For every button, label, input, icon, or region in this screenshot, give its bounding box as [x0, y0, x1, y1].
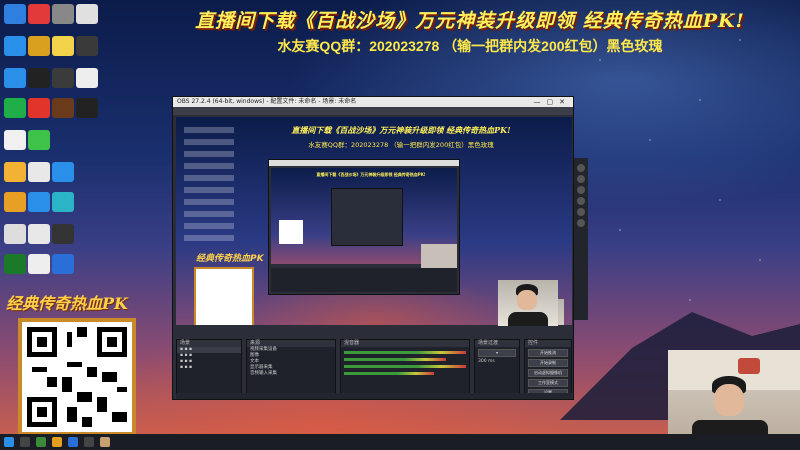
obs-menu-bar[interactable]: [173, 107, 573, 115]
source-item[interactable]: 音频输入采集: [247, 371, 335, 377]
transition-select[interactable]: ▾: [478, 349, 516, 357]
side-circle-icon[interactable]: [577, 219, 585, 227]
desktop-icon[interactable]: [28, 36, 50, 56]
desktop-icon[interactable]: [76, 68, 98, 88]
nested-inner-window: [331, 188, 403, 246]
obs-title-bar[interactable]: OBS 27.2.4 (64-bit, windows) - 配置文件: 未命名…: [173, 97, 573, 107]
side-circle-icon[interactable]: [577, 208, 585, 216]
desktop-icon[interactable]: [76, 36, 98, 56]
desktop-icon[interactable]: [4, 68, 26, 88]
qr-code-image: [18, 318, 136, 436]
desktop-icon[interactable]: [4, 192, 26, 212]
desktop-icon[interactable]: [52, 254, 74, 274]
side-circle-icon[interactable]: [577, 197, 585, 205]
desktop-icon[interactable]: [28, 68, 50, 88]
nested-qr-code: [279, 220, 303, 244]
desktop-icon[interactable]: [52, 192, 74, 212]
desktop-icon[interactable]: [52, 224, 74, 244]
window-controls[interactable]: —▢✕: [534, 97, 571, 107]
obs-status-bar: [176, 393, 572, 399]
stream-banner-headline: 直播间下载《百战沙场》万元神装升级即领 经典传奇热血PK!: [195, 10, 745, 32]
promo-card: 经典传奇热血PK: [2, 290, 142, 440]
start-recording-button[interactable]: 开始录制: [528, 359, 568, 367]
taskbar-app-icon[interactable]: [36, 437, 46, 447]
windows-taskbar: [0, 434, 800, 450]
side-avatar-icon[interactable]: [577, 164, 585, 172]
sources-dock[interactable]: 来源 视频采集设备 图像 文本 显示器采集 音频输入采集: [246, 339, 336, 395]
desktop-icon[interactable]: [28, 224, 50, 244]
nested-banner: 直播间下载《百战沙场》万元神装升级即领 经典传奇热血PK!: [316, 172, 426, 177]
audio-meter: [344, 358, 447, 361]
desktop-icon[interactable]: [4, 130, 26, 150]
desktop-icon[interactable]: [52, 162, 74, 182]
preview-banner-qq-group: 水友赛QQ群：202023278 （输一把群内发200红包）黑色玫瑰: [308, 141, 494, 149]
transition-duration[interactable]: 300 ms: [475, 359, 519, 365]
audio-meter: [344, 351, 466, 354]
virtual-camera-button[interactable]: 启动虚拟摄像机: [528, 369, 568, 377]
studio-mode-button[interactable]: 工作室模式: [528, 379, 568, 387]
desktop-icon[interactable]: [28, 162, 50, 182]
nested-obs-window: 直播间下载《百战沙场》万元神装升级即领 经典传奇热血PK!: [268, 159, 460, 295]
audio-mixer-dock[interactable]: 混音器: [340, 339, 470, 395]
obs-docks: 场景 ▪ ▪ ▪ ▪ ▪ ▪ ▪ ▪ ▪ ▪ ▪ ▪ 来源 视频采集设备 图像 …: [176, 333, 572, 399]
qr-code-pattern: [27, 327, 127, 427]
desktop-icon[interactable]: [28, 192, 50, 212]
desktop-icon[interactable]: [52, 36, 74, 56]
sources-dock-header: 来源: [247, 340, 335, 347]
desktop-icon[interactable]: [4, 36, 26, 56]
audio-meter: [344, 372, 434, 375]
preview-desktop-icons: [184, 127, 234, 247]
side-circle-icon[interactable]: [577, 175, 585, 183]
start-streaming-button[interactable]: 开始推流: [528, 349, 568, 357]
promo-title: 经典传奇热血PK: [6, 294, 128, 313]
webcam-overlay-small: [498, 280, 558, 326]
stream-banner-qq-group: 水友赛QQ群：202023278 （输一把群内发200红包）黑色玫瑰: [277, 38, 663, 54]
mixer-dock-header: 混音器: [341, 340, 469, 347]
scene-item[interactable]: ▪ ▪ ▪: [177, 365, 241, 371]
controls-dock[interactable]: 控件 开始推流 开始录制 启动虚拟摄像机 工作室模式 设置: [524, 339, 572, 397]
taskbar-app-icon[interactable]: [52, 437, 62, 447]
transitions-dock-header: 场景过渡: [475, 340, 519, 347]
preview-promo-title: 经典传奇热血PK: [196, 254, 264, 264]
preview-qr-code: [194, 267, 254, 325]
side-circle-icon[interactable]: [577, 186, 585, 194]
desktop-icon[interactable]: [52, 98, 74, 118]
transitions-dock[interactable]: 场景过渡 ▾ 300 ms: [474, 339, 520, 395]
taskbar-app-icon[interactable]: [68, 437, 78, 447]
taskbar-app-icon[interactable]: [100, 437, 110, 447]
desktop-icon[interactable]: [28, 254, 50, 274]
desktop-icon[interactable]: [4, 224, 26, 244]
audio-meter: [344, 365, 466, 368]
desktop-icon[interactable]: [76, 4, 98, 24]
desktop-icon[interactable]: [4, 4, 26, 24]
desktop-icon[interactable]: [76, 98, 98, 118]
start-icon[interactable]: [4, 437, 14, 447]
desktop-icon[interactable]: [28, 130, 50, 150]
desktop-icon[interactable]: [28, 98, 50, 118]
controls-dock-header: 控件: [525, 340, 571, 347]
scenes-dock-header: 场景: [177, 340, 241, 347]
desktop-icon[interactable]: [4, 254, 26, 274]
webcam-background-object: [738, 358, 760, 374]
taskbar-app-icon[interactable]: [20, 437, 30, 447]
scenes-dock[interactable]: 场景 ▪ ▪ ▪ ▪ ▪ ▪ ▪ ▪ ▪ ▪ ▪ ▪: [176, 339, 242, 395]
desktop-icon[interactable]: [4, 98, 26, 118]
preview-banner-headline: 直播间下载《百战沙场》万元神装升级即领 经典传奇热血PK!: [291, 125, 511, 135]
nested-obs-docks: [271, 268, 457, 292]
obs-window-title: OBS 27.2.4 (64-bit, windows) - 配置文件: 未命名…: [177, 98, 357, 105]
desktop-icon[interactable]: [52, 4, 74, 24]
side-toolbar[interactable]: [574, 158, 588, 320]
nested-obs-preview: 直播间下载《百战沙场》万元神装升级即领 经典传奇热血PK!: [271, 168, 457, 272]
desktop-icon[interactable]: [28, 4, 50, 24]
taskbar-app-icon[interactable]: [84, 437, 94, 447]
desktop-icon[interactable]: [4, 162, 26, 182]
nested-obs-title-bar: [269, 160, 459, 166]
obs-window[interactable]: OBS 27.2.4 (64-bit, windows) - 配置文件: 未命名…: [172, 96, 574, 400]
desktop-icon[interactable]: [52, 68, 74, 88]
